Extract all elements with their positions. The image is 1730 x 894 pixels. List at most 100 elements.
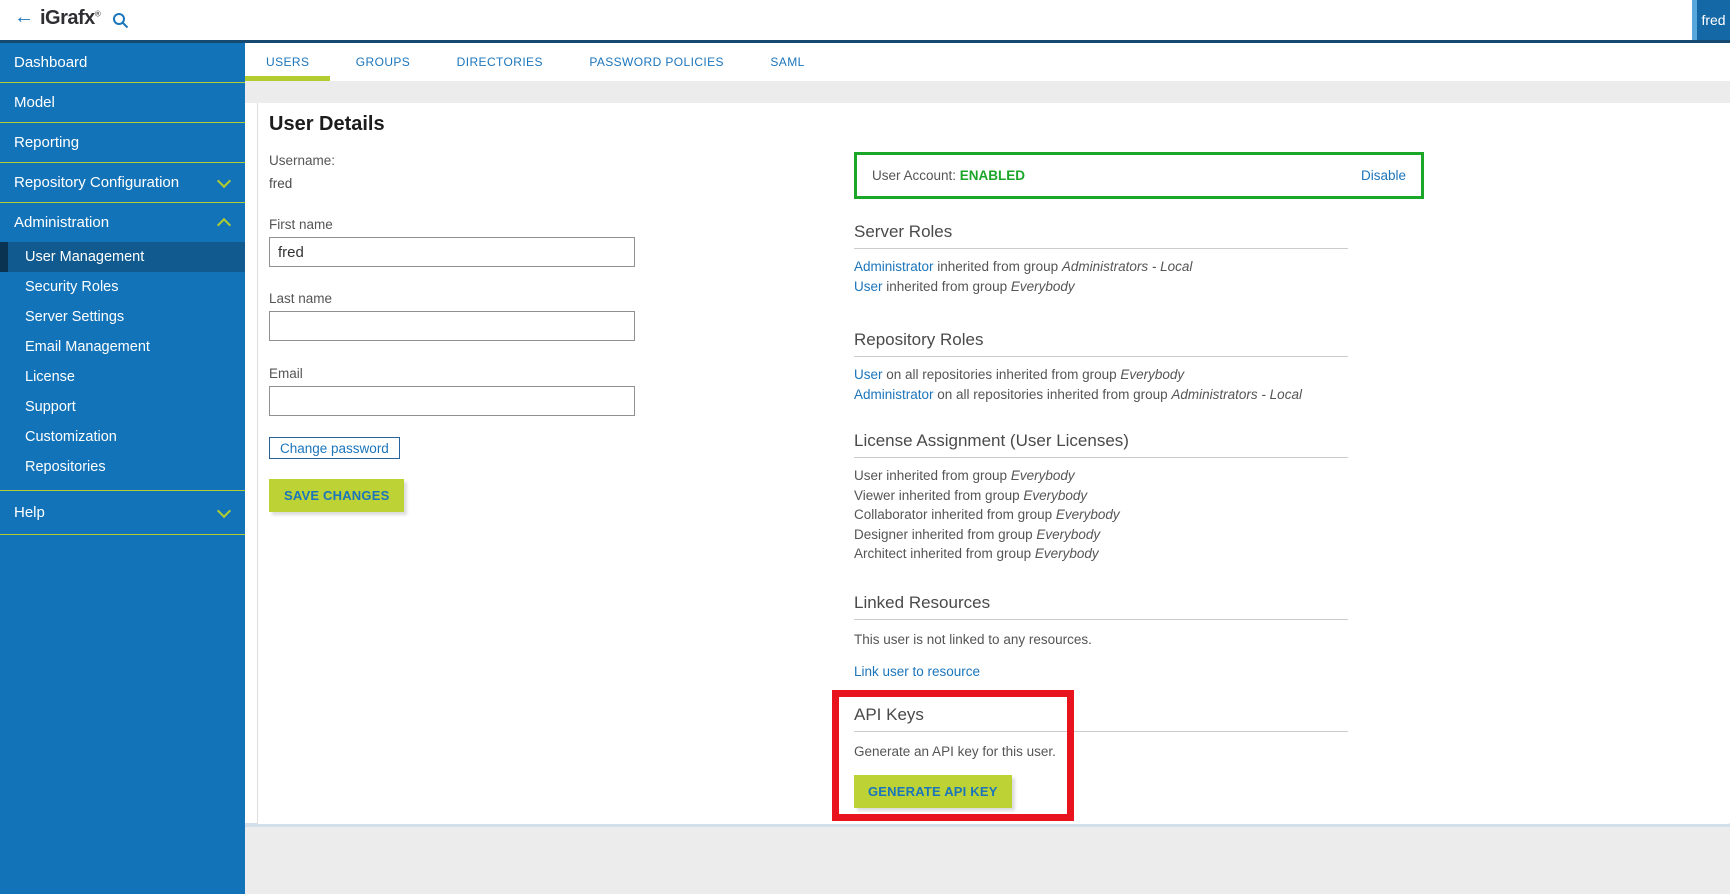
sidebar-nav: Dashboard Model Reporting Repository Con… (0, 43, 245, 894)
change-password-button[interactable]: Change password (269, 437, 400, 459)
license-line: Collaborator inherited from group Everyb… (854, 505, 1348, 525)
current-user-badge[interactable]: fred (1697, 0, 1730, 40)
sidebar-item-model[interactable]: Model (0, 83, 245, 123)
text-segment: Architect inherited from group (854, 546, 1035, 561)
sidebar-item-repository-configuration[interactable]: Repository Configuration (0, 163, 245, 203)
linked-resources-section: Linked Resources This user is not linked… (854, 593, 1348, 681)
sidebar-item-label: Server Settings (25, 309, 124, 325)
sidebar-item-label: Reporting (14, 134, 79, 151)
license-line: Designer inherited from group Everybody (854, 525, 1348, 545)
sidebar-item-label: License (25, 369, 75, 385)
chevron-down-icon (217, 503, 231, 517)
sidebar-item-label: Customization (25, 429, 117, 445)
user-details-panel: User Details Username: fred First name L… (257, 103, 1729, 824)
sidebar-item-label: Support (25, 399, 76, 415)
first-name-label: First name (269, 217, 669, 232)
sidebar-item-reporting[interactable]: Reporting (0, 123, 245, 163)
email-field[interactable] (269, 386, 635, 416)
tab-users[interactable]: USERS (245, 43, 330, 81)
sidebar-item-customization[interactable]: Customization (0, 422, 245, 452)
registered-mark: ® (95, 9, 100, 18)
sidebar-item-server-settings[interactable]: Server Settings (0, 302, 245, 332)
status-badge: ENABLED (960, 168, 1025, 183)
section-title: API Keys (854, 705, 1348, 732)
text-segment: Everybody (1120, 367, 1184, 382)
license-assignment-section: License Assignment (User Licenses) User … (854, 431, 1348, 564)
role-link[interactable]: User (854, 279, 883, 294)
last-name-label: Last name (269, 291, 669, 306)
sidebar-item-email-management[interactable]: Email Management (0, 332, 245, 362)
back-arrow-icon[interactable]: ← (14, 6, 34, 29)
sidebar-item-support[interactable]: Support (0, 392, 245, 422)
page-title: User Details (269, 113, 669, 136)
sidebar-item-help[interactable]: Help (0, 490, 245, 535)
sidebar-item-security-roles[interactable]: Security Roles (0, 272, 245, 302)
sidebar-item-license[interactable]: License (0, 362, 245, 392)
role-link[interactable]: Administrator (854, 387, 934, 402)
role-line: Administrator on all repositories inheri… (854, 385, 1348, 405)
text-segment: Everybody (1011, 279, 1075, 294)
role-link[interactable]: User (854, 367, 883, 382)
search-icon[interactable] (112, 12, 129, 29)
role-link[interactable]: Administrator (854, 259, 934, 274)
sidebar-item-dashboard[interactable]: Dashboard (0, 43, 245, 83)
text-segment: Administrators - Local (1171, 387, 1302, 402)
text-segment: Administrators - Local (1062, 259, 1193, 274)
chevron-up-icon (217, 217, 231, 231)
section-title: License Assignment (User Licenses) (854, 431, 1348, 458)
user-form: User Details Username: fred First name L… (269, 113, 669, 512)
page-footer-area (245, 823, 1730, 894)
text-segment: Viewer inherited from group (854, 488, 1023, 503)
chevron-down-icon (217, 173, 231, 187)
sidebar-item-label: Security Roles (25, 279, 118, 295)
sidebar-item-label: Help (14, 504, 45, 521)
license-line: Architect inherited from group Everybody (854, 544, 1348, 564)
sidebar-item-label: Administration (14, 214, 109, 231)
igrafx-admin-screen: ← iGrafx® fred Dashboard Model Reporting… (0, 0, 1730, 894)
api-keys-description: Generate an API key for this user. (854, 742, 1348, 761)
linked-resources-empty-text: This user is not linked to any resources… (854, 630, 1348, 649)
sidebar-item-repositories[interactable]: Repositories (0, 452, 245, 482)
repository-roles-section: Repository Roles User on all repositorie… (854, 330, 1348, 404)
tab-groups[interactable]: GROUPS (335, 43, 431, 81)
text-segment: inherited from group (934, 259, 1062, 274)
section-title: Server Roles (854, 222, 1348, 249)
email-label: Email (269, 366, 669, 381)
sidebar-item-label: Email Management (25, 339, 150, 355)
tab-saml[interactable]: SAML (749, 43, 825, 81)
sidebar-item-label: Dashboard (14, 54, 87, 71)
username-label: Username: (269, 153, 669, 168)
tab-directories[interactable]: DIRECTORIES (436, 43, 564, 81)
sidebar-item-user-management[interactable]: User Management (0, 242, 245, 272)
license-line: Viewer inherited from group Everybody (854, 486, 1348, 506)
sidebar-item-label: User Management (25, 249, 144, 265)
user-roles-column: User Account: ENABLED Disable Server Rol… (854, 103, 1454, 824)
sidebar-item-label: Model (14, 94, 55, 111)
api-keys-section: API Keys Generate an API key for this us… (854, 705, 1348, 808)
license-line: User inherited from group Everybody (854, 466, 1348, 486)
role-line: Administrator inherited from group Admin… (854, 257, 1348, 277)
tab-password-policies[interactable]: PASSWORD POLICIES (568, 43, 745, 81)
role-line: User inherited from group Everybody (854, 277, 1348, 297)
username-value: fred (269, 176, 669, 191)
section-title: Linked Resources (854, 593, 1348, 620)
sidebar-item-label: Repositories (25, 459, 106, 475)
text-segment: inherited from group (883, 279, 1011, 294)
text-segment: User inherited from group (854, 468, 1011, 483)
save-changes-button[interactable]: SAVE CHANGES (269, 479, 404, 512)
sidebar-item-label: Repository Configuration (14, 174, 179, 191)
sidebar-item-administration[interactable]: Administration (0, 203, 245, 242)
content-top-spacer (245, 81, 1730, 103)
link-user-to-resource-link[interactable]: Link user to resource (854, 662, 1348, 681)
account-status-box: User Account: ENABLED Disable (854, 152, 1424, 199)
last-name-field[interactable] (269, 311, 635, 341)
role-line: User on all repositories inherited from … (854, 365, 1348, 385)
text-segment: Collaborator inherited from group (854, 507, 1056, 522)
server-roles-section: Server Roles Administrator inherited fro… (854, 222, 1348, 296)
generate-api-key-button[interactable]: GENERATE API KEY (854, 775, 1012, 808)
first-name-field[interactable] (269, 237, 635, 267)
text-segment: Everybody (1056, 507, 1120, 522)
text-segment: on all repositories inherited from group (883, 367, 1121, 382)
disable-account-link[interactable]: Disable (1361, 168, 1406, 183)
tab-bar: USERS GROUPS DIRECTORIES PASSWORD POLICI… (245, 43, 1730, 81)
